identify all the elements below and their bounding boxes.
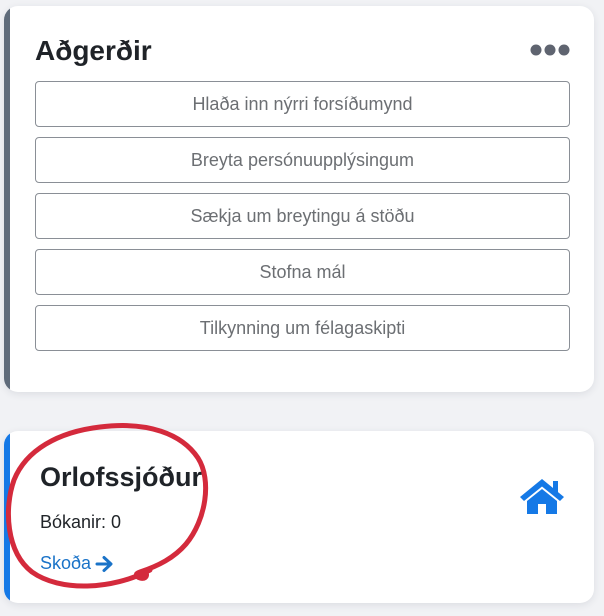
view-holiday-fund-link[interactable]: Skoða — [40, 553, 115, 574]
bookings-label: Bókanir: — [40, 512, 107, 532]
action-button-list: Hlaða inn nýrri forsíðumynd Breyta persó… — [35, 81, 570, 351]
request-status-change-button[interactable]: Sækja um breytingu á stöðu — [35, 193, 570, 239]
edit-personal-info-button[interactable]: Breyta persónuupplýsingum — [35, 137, 570, 183]
upload-cover-photo-button[interactable]: Hlaða inn nýrri forsíðumynd — [35, 81, 570, 127]
actions-card: Aðgerðir Hlaða inn nýrri forsíðumynd Bre… — [4, 6, 594, 392]
holiday-fund-card-accent — [4, 431, 10, 603]
create-case-button[interactable]: Stofna mál — [35, 249, 570, 295]
arrow-right-icon — [95, 555, 113, 572]
actions-card-accent — [4, 6, 10, 392]
club-transfer-notification-button[interactable]: Tilkynning um félagaskipti — [35, 305, 570, 351]
more-horizontal-icon[interactable] — [530, 44, 570, 56]
holiday-fund-title: Orlofssjóður — [40, 462, 203, 492]
home-icon — [520, 479, 564, 514]
view-link-label: Skoða — [40, 553, 92, 573]
actions-card-title: Aðgerðir — [35, 35, 152, 66]
bookings-count: 0 — [111, 512, 122, 532]
holiday-fund-card: Orlofssjóður Bókanir: 0 Skoða — [4, 431, 594, 603]
bookings-summary: Bókanir: 0 — [40, 512, 121, 533]
